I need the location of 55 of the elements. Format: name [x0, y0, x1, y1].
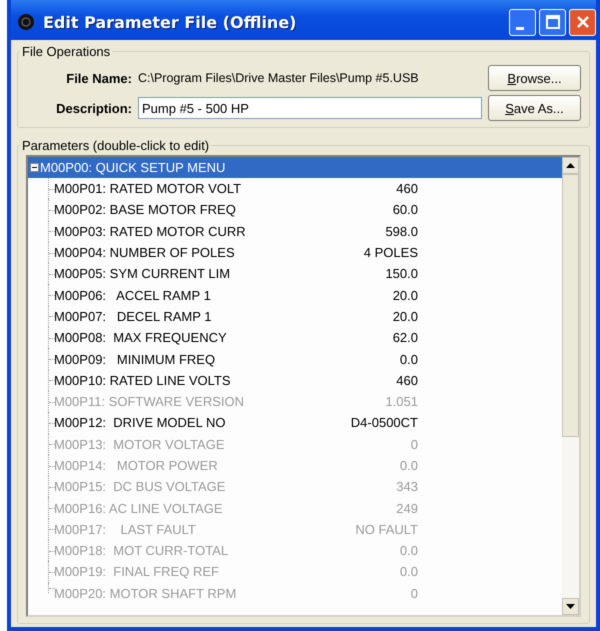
app-icon	[17, 13, 35, 31]
parameter-value: 0.0	[398, 564, 418, 580]
close-icon	[574, 14, 590, 30]
parameter-name[interactable]: M00P05: SYM CURRENT LIM	[54, 266, 304, 282]
parameter-name[interactable]: M00P01: RATED MOTOR VOLT	[54, 181, 304, 196]
parameter-value: 460	[395, 181, 418, 196]
group-title: File Operations	[21, 44, 112, 59]
scroll-up-button[interactable]	[562, 157, 579, 174]
description-field[interactable]: Pump #5 - 500 HP	[138, 97, 482, 119]
parameter-value: NO FAULT	[354, 522, 418, 537]
collapse-icon[interactable]	[30, 163, 39, 172]
group-title: Parameters (double-click to edit)	[21, 138, 210, 153]
field-label: Description:	[55, 100, 132, 116]
parameter-name[interactable]: M00P10: RATED LINE VOLTS	[54, 372, 304, 388]
scroll-thumb[interactable]	[562, 174, 579, 437]
parameter-value: 460	[395, 372, 418, 388]
parameter-value: 1.051	[384, 394, 418, 410]
field-label: File Name:	[65, 70, 132, 86]
file-path: C:\Program Files\Drive Master Files\Pump #5.USB	[138, 71, 420, 85]
parameter-name[interactable]: M00P12: DRIVE MODEL NO	[54, 415, 304, 430]
tree-node[interactable]: M00P00: QUICK SETUP MENU	[28, 157, 562, 178]
parameter-name[interactable]: M00P07: DECEL RAMP 1	[54, 308, 304, 324]
parameter-value: 60.0	[392, 202, 418, 218]
minimize-button[interactable]	[509, 8, 536, 36]
parameter-value: 0.0	[398, 543, 418, 558]
parameter-value: 150.0	[384, 266, 418, 282]
parameter-name[interactable]: M00P06: ACCEL RAMP 1	[54, 288, 304, 303]
save-as-button[interactable]: Save As...	[488, 95, 581, 121]
parameter-name[interactable]: M00P04: NUMBER OF POLES	[54, 245, 304, 260]
parameter-value: 0	[410, 436, 418, 452]
close-button[interactable]	[569, 8, 596, 36]
down-arrow-icon	[566, 604, 575, 609]
parameter-value: 4 POLES	[362, 245, 418, 260]
parameter-value: 0.0	[398, 458, 418, 473]
maximize-icon	[544, 14, 560, 30]
minimize-icon	[516, 26, 524, 30]
scroll-down-button[interactable]	[562, 598, 579, 615]
parameter-value: 20.0	[392, 288, 418, 303]
parameter-value: D4-0500CT	[350, 415, 418, 430]
browse-button[interactable]: Browse...	[488, 65, 581, 91]
parameter-value: 249	[395, 500, 418, 516]
parameter-value: 598.0	[384, 224, 418, 239]
parameter-value: 343	[395, 479, 418, 494]
parameter-value: 62.0	[392, 330, 418, 346]
parameter-value: 0.0	[398, 352, 418, 367]
parameter-name[interactable]: M00P02: BASE MOTOR FREQ	[54, 202, 304, 218]
scrollbar[interactable]	[562, 157, 579, 615]
window-title: Edit Parameter File (Offline)	[43, 12, 296, 32]
parameter-name[interactable]: M00P03: RATED MOTOR CURR	[54, 224, 304, 239]
up-arrow-icon	[566, 163, 575, 168]
parameter-name[interactable]: M00P09: MINIMUM FREQ	[54, 352, 304, 367]
parameter-value: 20.0	[392, 308, 418, 324]
parameter-name[interactable]: M00P08: MAX FREQUENCY	[54, 330, 304, 346]
parameter-value: 0	[410, 586, 418, 601]
maximize-button[interactable]	[539, 8, 566, 36]
